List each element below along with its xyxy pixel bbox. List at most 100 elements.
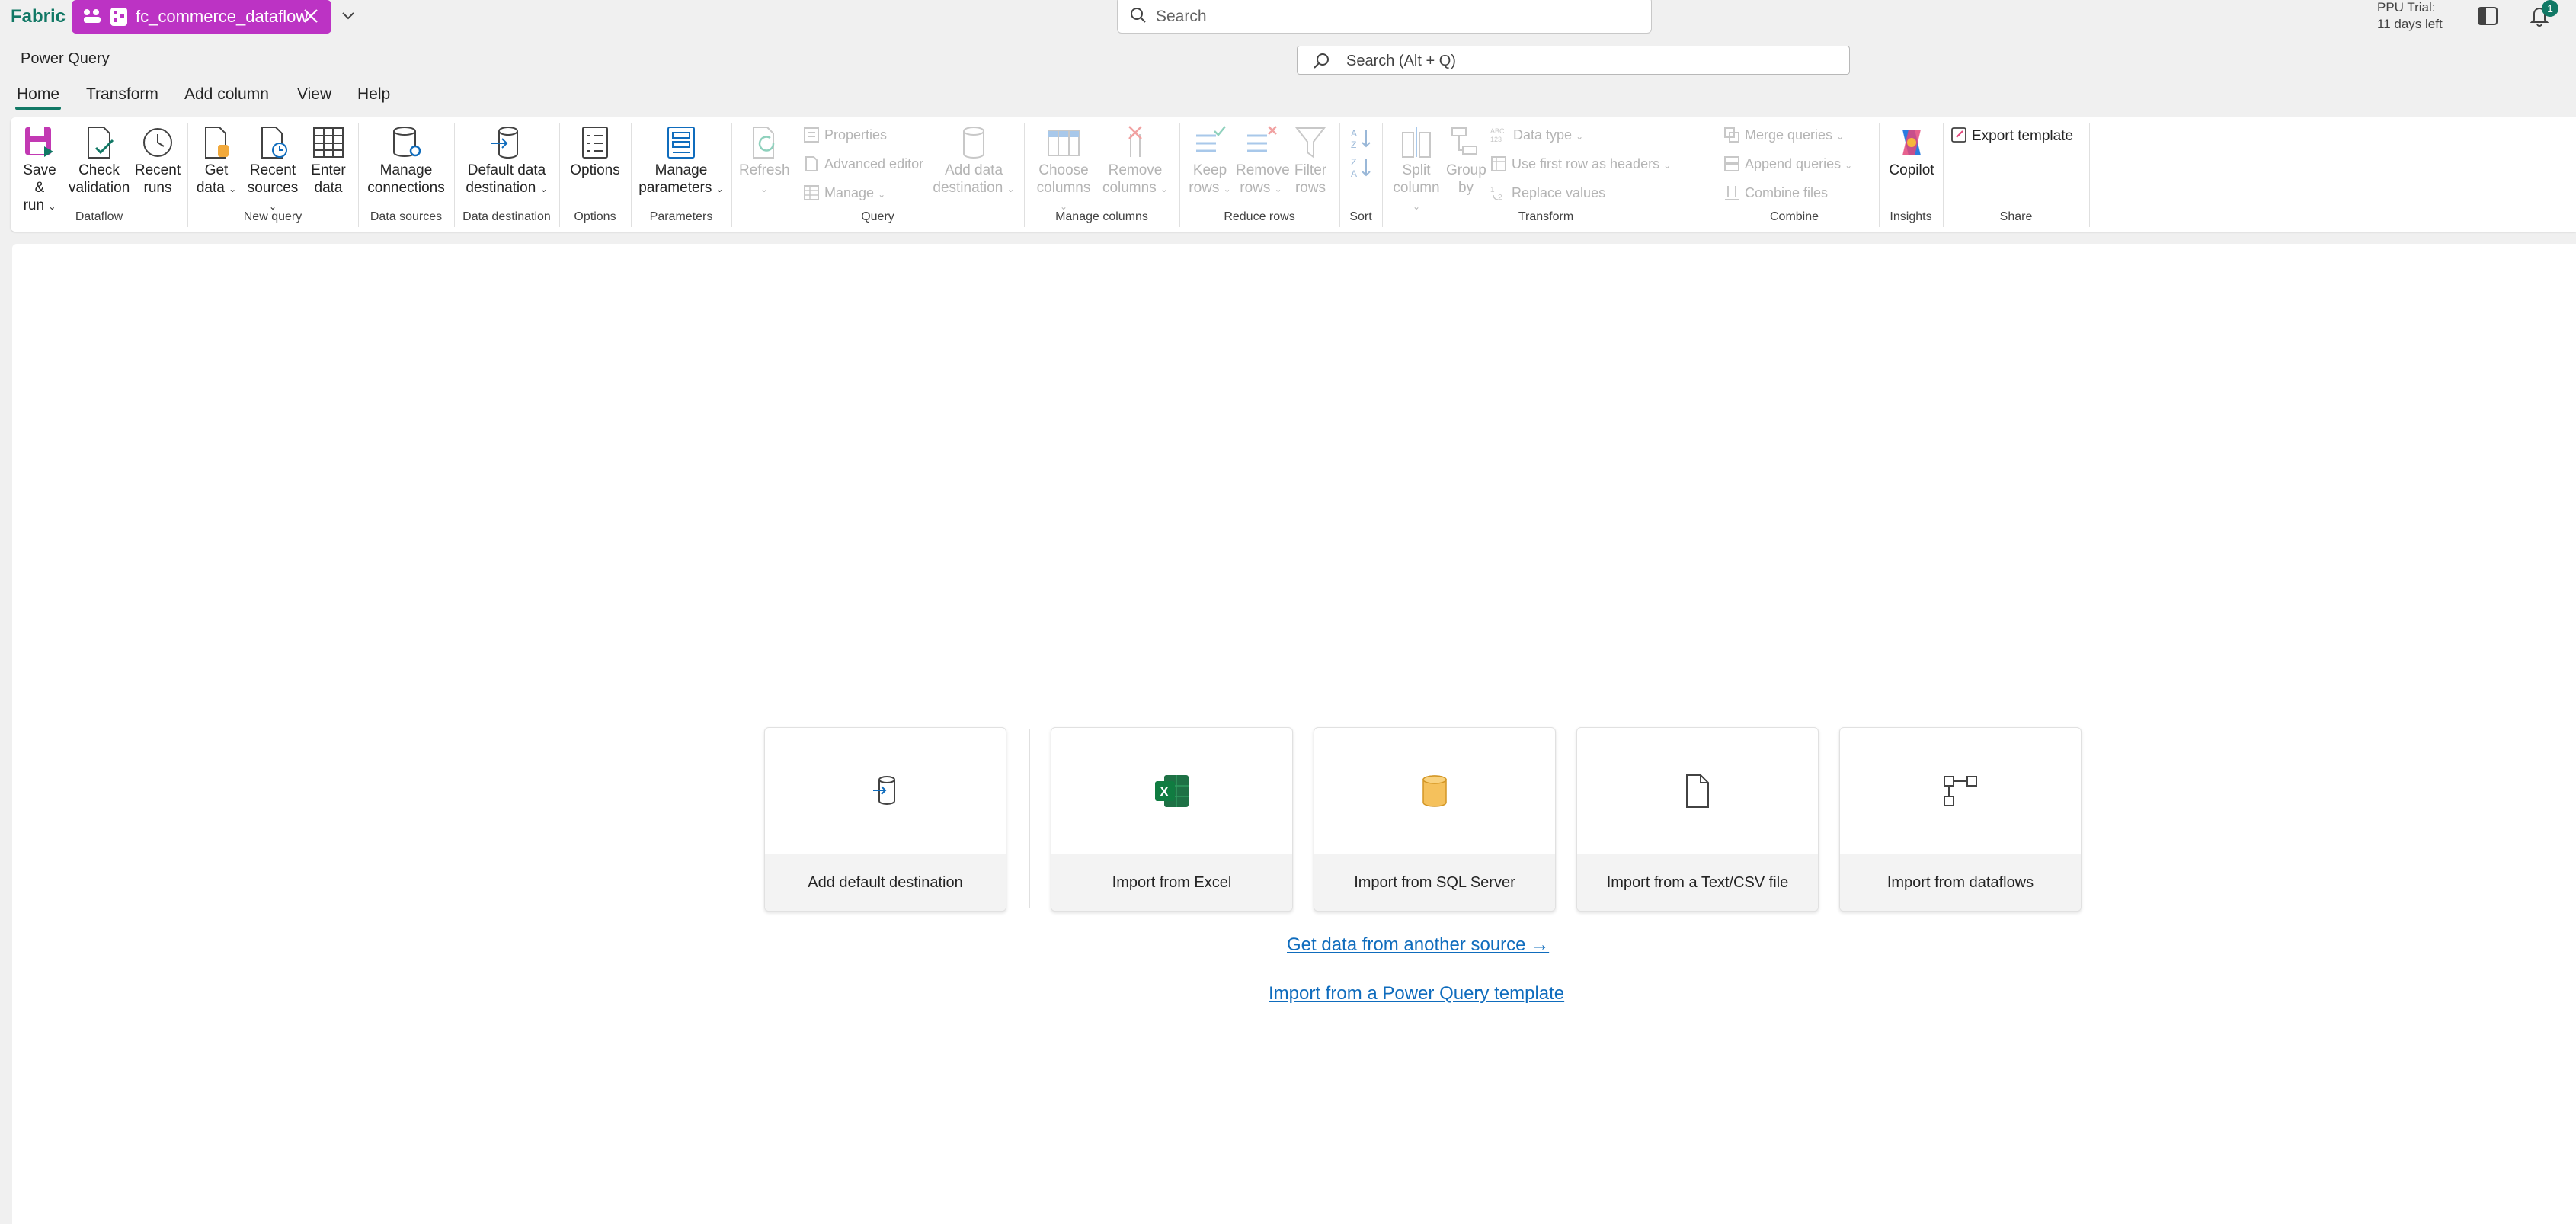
svg-text:X: X [1160, 784, 1169, 799]
combine-files-button[interactable]: Combine files [1723, 184, 1828, 201]
advanced-editor-button[interactable]: Advanced editor [803, 155, 923, 172]
save-run-button[interactable]: Save & run ⌄ [18, 125, 61, 216]
parameters-icon [667, 127, 695, 159]
global-search-input[interactable]: Search [1117, 0, 1652, 34]
refresh-button[interactable]: Refresh ⌄ [739, 125, 790, 198]
card-label: Add default destination [765, 854, 1006, 911]
destination-icon [491, 127, 518, 159]
fabric-brand[interactable]: Fabric [11, 6, 66, 27]
chevron-down-icon[interactable] [340, 8, 357, 28]
split-column-button[interactable]: Split column ⌄ [1390, 125, 1443, 216]
tab-transform[interactable]: Transform [86, 85, 158, 104]
excel-icon: X [1051, 774, 1292, 812]
filter-icon [1294, 127, 1326, 159]
recent-runs-button[interactable]: Recent runs [131, 125, 184, 197]
properties-button[interactable]: Properties [803, 127, 887, 143]
group-by-icon [1451, 127, 1477, 155]
remove-rows-button[interactable]: Remove rows ⌄ [1236, 125, 1290, 198]
trial-days-left[interactable]: 11 days left [2377, 17, 2443, 32]
command-search-placeholder: Search (Alt + Q) [1346, 53, 1456, 69]
sort-descending-button[interactable]: ZA [1347, 155, 1374, 183]
group-dataflow: Dataflow [75, 210, 123, 223]
sort-ascending-icon: AZ [1351, 128, 1371, 150]
manage-parameters-button[interactable]: Manage parameters ⌄ [638, 125, 724, 198]
refresh-icon [753, 127, 775, 159]
use-first-row-headers-button[interactable]: Use first row as headers ⌄ [1490, 155, 1671, 172]
import-power-query-template-link[interactable]: Import from a Power Query template [1269, 983, 1564, 1005]
copilot-button[interactable]: Copilot [1886, 125, 1937, 179]
card-label: Import from SQL Server [1314, 854, 1555, 911]
get-data-another-source-link[interactable]: Get data from another source → [1287, 934, 1549, 956]
remove-columns-icon [1128, 126, 1142, 157]
manage-connections-button[interactable]: Manage connections [366, 125, 446, 197]
options-button[interactable]: Options [567, 125, 623, 179]
card-label: Import from a Text/CSV file [1577, 854, 1818, 911]
add-data-destination-button[interactable]: Add data destination ⌄ [931, 125, 1016, 198]
import-from-dataflows-card[interactable]: Import from dataflows [1839, 727, 2082, 912]
group-by-button[interactable]: Group by [1446, 125, 1486, 197]
text-file-icon [1577, 774, 1818, 812]
search-icon [1314, 53, 1329, 69]
card-divider [1029, 729, 1030, 908]
add-default-destination-card[interactable]: Add default destination [764, 727, 1006, 912]
group-combine: Combine [1769, 210, 1819, 223]
options-icon [582, 127, 608, 159]
first-row-headers-icon [1491, 156, 1506, 171]
append-queries-button[interactable]: Append queries ⌄ [1723, 155, 1852, 172]
manage-query-button[interactable]: Manage ⌄ [803, 184, 885, 201]
clock-icon [143, 128, 172, 157]
svg-text:1: 1 [1490, 186, 1495, 194]
get-data-icon [205, 127, 229, 159]
close-icon[interactable] [302, 7, 320, 29]
svg-text:123: 123 [1490, 136, 1502, 143]
dataflow-tab[interactable]: fc_commerce_dataflow [72, 0, 331, 34]
keep-rows-button[interactable]: Keep rows ⌄ [1187, 125, 1233, 198]
ribbon-divider [2089, 123, 2090, 227]
panel-toggle-icon[interactable] [2476, 5, 2499, 31]
global-search-placeholder: Search [1156, 8, 1207, 25]
choose-columns-icon [1048, 130, 1080, 156]
tab-view[interactable]: View [297, 85, 331, 104]
get-data-button[interactable]: Get data ⌄ [195, 125, 238, 198]
sql-server-icon [1314, 774, 1555, 812]
advanced-editor-icon [805, 156, 818, 171]
remove-rows-icon [1247, 126, 1277, 152]
merge-queries-button[interactable]: Merge queries ⌄ [1723, 127, 1844, 143]
editor-canvas [12, 244, 2576, 1224]
manage-icon [804, 185, 819, 200]
replace-values-button[interactable]: 1 2 Replace values [1490, 184, 1605, 202]
split-column-icon [1402, 127, 1431, 158]
svg-text:Z: Z [1351, 157, 1356, 168]
filter-rows-button[interactable]: Filter rows [1289, 125, 1332, 197]
tab-home[interactable]: Home [17, 85, 59, 104]
default-data-destination-button[interactable]: Default data destination ⌄ [462, 125, 552, 198]
check-document-icon [88, 127, 114, 159]
export-template-icon [1951, 127, 1966, 143]
choose-columns-button[interactable]: Choose columns ⌄ [1032, 125, 1096, 216]
ribbon: Save & run ⌄ Check validation Recent runs D… [11, 117, 2576, 232]
trial-status[interactable]: PPU Trial: [2377, 0, 2436, 15]
app-title: Power Query [21, 50, 110, 67]
import-from-text-csv-card[interactable]: Import from a Text/CSV file [1576, 727, 1819, 912]
data-type-dropdown[interactable]: ABC 123 Data type ⌄ [1490, 127, 1583, 143]
import-from-excel-card[interactable]: X Import from Excel [1051, 727, 1293, 912]
active-tab-indicator [15, 107, 61, 110]
import-from-sql-server-card[interactable]: Import from SQL Server [1314, 727, 1556, 912]
command-search-input[interactable]: Search (Alt + Q) [1297, 46, 1850, 75]
combine-files-icon [1725, 186, 1739, 200]
tab-add-column[interactable]: Add column [184, 85, 269, 104]
group-share: Share [1999, 210, 2033, 223]
sort-ascending-button[interactable]: AZ [1347, 127, 1374, 154]
group-options: Options [574, 210, 616, 223]
group-manage-columns: Manage columns [1055, 210, 1148, 223]
search-icon [1131, 8, 1146, 23]
tab-help[interactable]: Help [357, 85, 390, 104]
recent-sources-button[interactable]: Recent sources ⌄ [242, 125, 303, 216]
group-reduce-rows: Reduce rows [1224, 210, 1295, 223]
group-new-query: New query [243, 210, 302, 223]
enter-data-button[interactable]: Enter data [306, 125, 350, 197]
remove-columns-button[interactable]: Remove columns ⌄ [1100, 125, 1170, 198]
merge-queries-icon [1724, 127, 1739, 143]
export-template-button[interactable]: Export template [1950, 127, 2088, 145]
check-validation-button[interactable]: Check validation [69, 125, 130, 197]
